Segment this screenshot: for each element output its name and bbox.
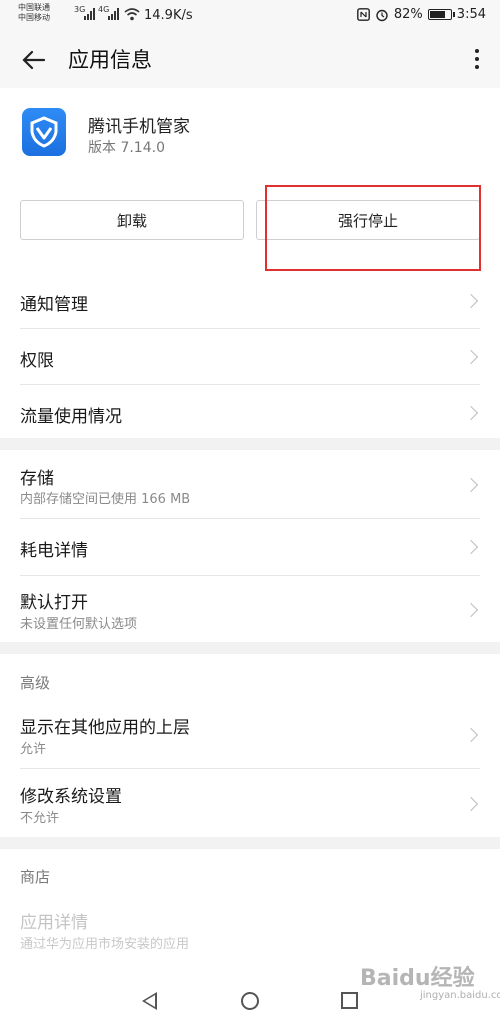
- carrier-1: 中国联通: [18, 3, 50, 12]
- chevron-right-icon: [463, 477, 479, 493]
- list-item-subtitle: 允许: [20, 742, 47, 757]
- more-options-icon[interactable]: [468, 46, 486, 74]
- list-item-permissions[interactable]: 权限: [0, 329, 500, 385]
- clock: 3:54: [456, 7, 486, 22]
- list-item-storage[interactable]: 存储 内部存储空间已使用 166 MB: [0, 450, 500, 518]
- list-item-label: 通知管理: [20, 295, 88, 315]
- list-item-label: 权限: [20, 351, 54, 371]
- chevron-right-icon: [463, 796, 479, 812]
- list-item-label: 流量使用情况: [20, 407, 122, 427]
- chevron-right-icon: [463, 727, 479, 743]
- list-item-modify-settings[interactable]: 修改系统设置 不允许: [0, 769, 500, 837]
- signal-icon: [84, 8, 95, 20]
- uninstall-button[interactable]: 卸载: [20, 200, 244, 240]
- nav-recents-icon[interactable]: [341, 992, 358, 1009]
- list-item-label: 默认打开: [20, 593, 88, 613]
- list-item-default-open[interactable]: 默认打开 未设置任何默认选项: [0, 576, 500, 642]
- list-item-subtitle: 内部存储空间已使用 166 MB: [20, 492, 191, 507]
- page-title: 应用信息: [68, 48, 152, 72]
- section-title-store: 商店: [20, 868, 51, 886]
- shield-icon: [30, 116, 58, 148]
- list-item-label: 修改系统设置: [20, 787, 122, 807]
- carrier-2: 中国移动: [18, 13, 50, 22]
- chevron-right-icon: [463, 293, 479, 309]
- section-title-advanced: 高级: [20, 674, 51, 692]
- nfc-icon: [356, 8, 370, 21]
- network-speed: 14.9K/s: [144, 8, 193, 23]
- list-item-subtitle: 不允许: [20, 811, 60, 826]
- list-item-battery[interactable]: 耗电详情: [0, 519, 500, 575]
- battery-percent: 82%: [393, 7, 423, 22]
- list-item-subtitle: 通过华为应用市场安装的应用: [20, 937, 190, 952]
- chevron-right-icon: [463, 349, 479, 365]
- chevron-right-icon: [463, 405, 479, 421]
- battery-icon: [427, 9, 455, 20]
- app-name: 腾讯手机管家: [88, 117, 190, 137]
- signal-icon: [108, 8, 119, 20]
- app-version: 版本 7.14.0: [88, 140, 165, 156]
- nav-back-icon[interactable]: [142, 992, 157, 1010]
- wifi-icon: [124, 8, 140, 21]
- carrier-info: 中国联通 中国移动: [18, 3, 50, 23]
- app-bar: 应用信息: [0, 32, 500, 88]
- highlight-box: [265, 185, 481, 271]
- back-arrow-icon[interactable]: [18, 44, 50, 76]
- alarm-icon: [376, 9, 388, 21]
- list-item-notifications[interactable]: 通知管理: [0, 273, 500, 329]
- list-item-subtitle: 未设置任何默认选项: [20, 617, 138, 632]
- list-item-label: 显示在其他应用的上层: [20, 718, 190, 738]
- chevron-right-icon: [463, 602, 479, 618]
- status-bar: 中国联通 中国移动 3G 4G 14.9K/s 82% 3:54: [0, 0, 500, 32]
- list-item-data-usage[interactable]: 流量使用情况: [0, 385, 500, 438]
- list-item-app-details: 应用详情 通过华为应用市场安装的应用: [0, 900, 500, 960]
- list-item-label: 存储: [20, 469, 54, 489]
- watermark-url: jingyan.baidu.com: [420, 990, 500, 1001]
- list-item-label: 耗电详情: [20, 541, 88, 561]
- nav-home-icon[interactable]: [241, 992, 259, 1010]
- chevron-right-icon: [463, 539, 479, 555]
- app-icon: [22, 108, 66, 156]
- watermark-logo: Baidu经验: [360, 966, 475, 991]
- list-item-label: 应用详情: [20, 913, 88, 933]
- list-item-overlay[interactable]: 显示在其他应用的上层 允许: [0, 700, 500, 768]
